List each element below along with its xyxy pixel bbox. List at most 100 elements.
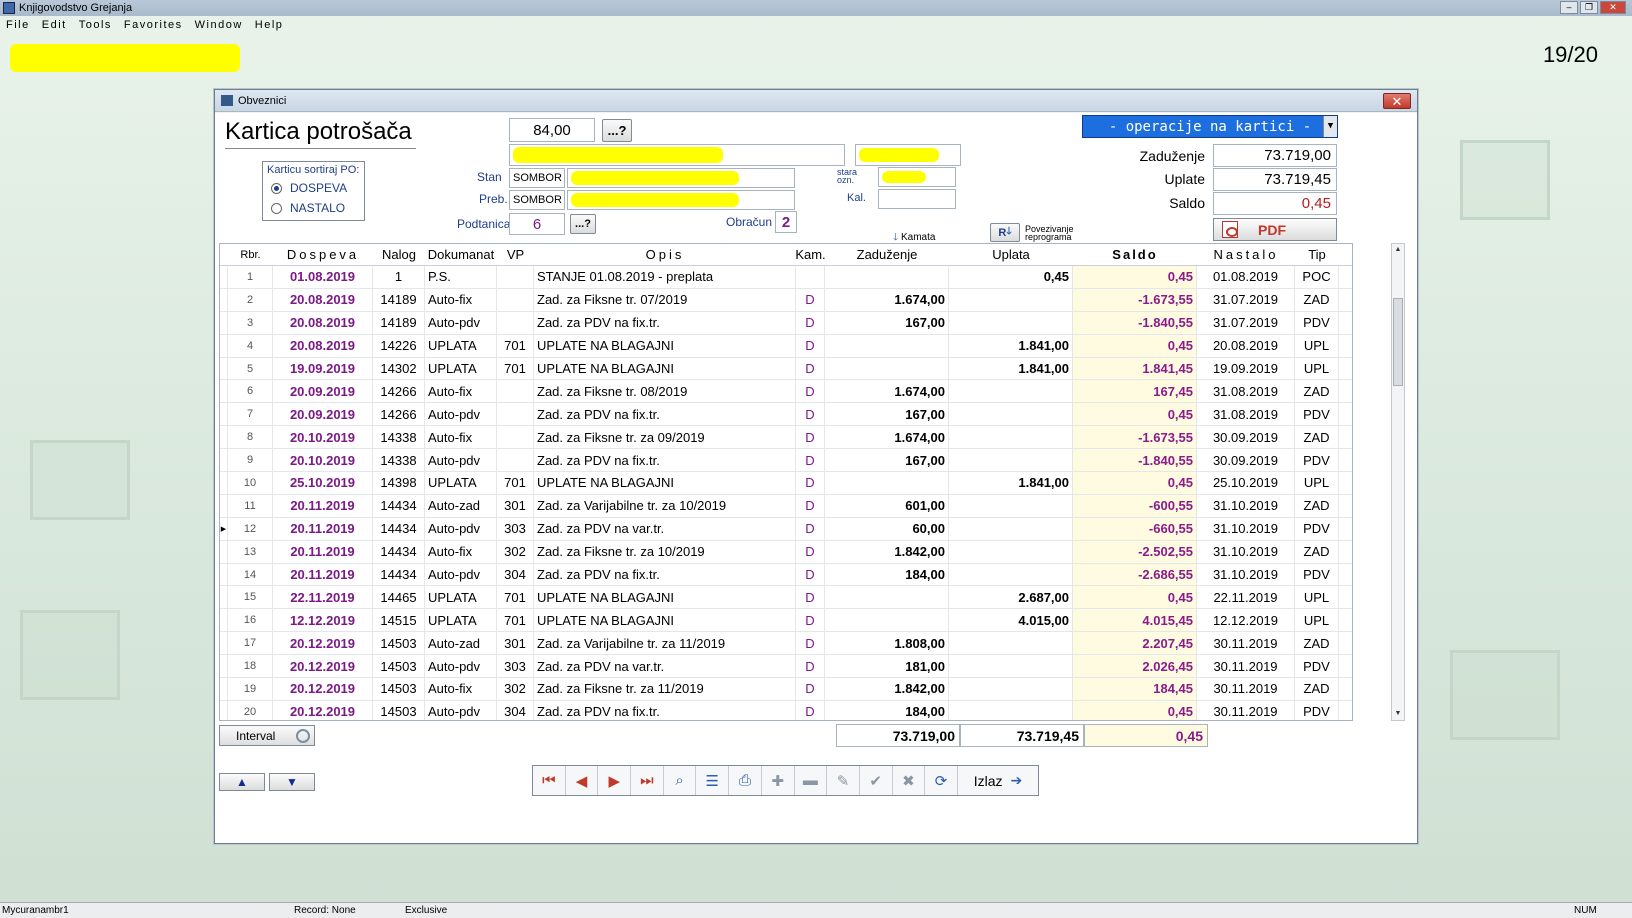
row-selector[interactable] bbox=[220, 609, 228, 632]
pdf-button[interactable]: PDF bbox=[1213, 218, 1337, 241]
row-selector[interactable] bbox=[220, 540, 228, 563]
column-header-uplata[interactable]: Uplata bbox=[949, 244, 1073, 265]
delete-button[interactable]: ▬ bbox=[795, 766, 828, 795]
table-row[interactable]: 3 20.08.2019 14189 Auto-pdv Zad. za PDV na f… bbox=[220, 311, 1352, 335]
row-selector[interactable] bbox=[220, 266, 228, 288]
column-header-dokumanat[interactable]: Dokumanat bbox=[425, 244, 497, 265]
menu-favorites[interactable]: Favorites bbox=[118, 19, 189, 31]
amount-field[interactable]: 84,00 bbox=[509, 118, 595, 142]
add-button[interactable]: ✚ bbox=[762, 766, 795, 795]
table-row[interactable]: 18 20.12.2019 14503 Auto-pdv 303 Zad. za PDV … bbox=[220, 655, 1352, 679]
column-header-nalog[interactable]: Nalog bbox=[373, 244, 425, 265]
podtanica-browse-button[interactable]: ...? bbox=[570, 214, 596, 234]
row-selector[interactable] bbox=[220, 586, 228, 609]
preb-city-field[interactable]: SOMBOR bbox=[509, 190, 565, 210]
scroll-up-icon[interactable]: ▲ bbox=[1392, 244, 1404, 256]
table-row[interactable]: 8 20.10.2019 14338 Auto-fix Zad. za Fiksne t… bbox=[220, 426, 1352, 450]
print-button[interactable]: ⎙ bbox=[729, 766, 762, 795]
name-field[interactable] bbox=[509, 144, 845, 166]
menu-tools[interactable]: Tools bbox=[73, 19, 118, 31]
podtanica-field[interactable]: 6 bbox=[509, 213, 565, 235]
menu-help[interactable]: Help bbox=[249, 19, 290, 31]
row-selector[interactable] bbox=[220, 655, 228, 678]
row-selector[interactable] bbox=[220, 678, 228, 700]
table-row[interactable]: 11 20.11.2019 14434 Auto-zad 301 Zad. za Vari… bbox=[220, 494, 1352, 518]
refresh-button[interactable]: ⟳ bbox=[925, 766, 958, 795]
operations-select[interactable]: - operacije na kartici - ▼ bbox=[1082, 115, 1338, 138]
move-up-button[interactable]: ▲ bbox=[219, 773, 265, 791]
column-header-saldo[interactable]: Saldo bbox=[1073, 244, 1197, 265]
table-row[interactable]: 9 20.10.2019 14338 Auto-pdv Zad. za PDV na f… bbox=[220, 449, 1352, 473]
stan-address-field[interactable] bbox=[567, 168, 795, 188]
row-selector[interactable] bbox=[220, 494, 228, 517]
row-selector[interactable] bbox=[220, 632, 228, 655]
table-row[interactable]: ▶ 12 20.11.2019 14434 Auto-pdv 303 Zad. za PDV… bbox=[220, 517, 1352, 541]
row-selector[interactable]: ▶ bbox=[220, 517, 228, 540]
menu-edit[interactable]: Edit bbox=[36, 19, 73, 31]
prev-record-button[interactable]: ◀ bbox=[566, 766, 599, 795]
column-header-nastalo[interactable]: Nastalo bbox=[1197, 244, 1295, 265]
table-row[interactable]: 13 20.11.2019 14434 Auto-fix 302 Zad. za Fiks… bbox=[220, 540, 1352, 564]
row-selector[interactable] bbox=[220, 334, 228, 357]
table-row[interactable]: 5 19.09.2019 14302 UPLATA 701 UPLATE NA BLAGA… bbox=[220, 357, 1352, 381]
scrollbar-thumb[interactable] bbox=[1393, 298, 1403, 386]
sort-option-nastalo[interactable]: NASTALO bbox=[263, 198, 364, 218]
menu-file[interactable]: File bbox=[0, 19, 36, 31]
next-record-button[interactable]: ▶ bbox=[598, 766, 632, 795]
menu-window[interactable]: Window bbox=[189, 19, 249, 31]
column-header-kam[interactable]: Kam. bbox=[795, 244, 825, 265]
row-selector[interactable] bbox=[220, 380, 228, 403]
column-header-dospeva[interactable]: Dospeva bbox=[273, 244, 373, 265]
row-selector[interactable] bbox=[220, 700, 228, 720]
restore-button[interactable]: ❐ bbox=[1580, 1, 1598, 14]
first-record-button[interactable]: ⏮ bbox=[533, 766, 566, 795]
exit-button[interactable]: Izlaz ➔ bbox=[958, 766, 1038, 795]
preb-address-field[interactable] bbox=[567, 190, 795, 210]
sort-option-dospeva[interactable]: DOSPEVA bbox=[263, 178, 364, 198]
kal-field[interactable] bbox=[878, 189, 956, 209]
table-row[interactable]: 10 25.10.2019 14398 UPLATA 701 UPLATE NA BLAG… bbox=[220, 472, 1352, 495]
amount-browse-button[interactable]: ...? bbox=[602, 119, 632, 142]
radio-button[interactable] bbox=[271, 182, 282, 194]
column-header-vp[interactable]: VP bbox=[497, 244, 534, 265]
find-button[interactable]: ⌕ bbox=[664, 766, 697, 795]
code-field[interactable] bbox=[855, 144, 961, 166]
column-header-tip[interactable]: Tip bbox=[1295, 244, 1339, 265]
cancel-button[interactable]: ✖ bbox=[893, 766, 926, 795]
scroll-down-icon[interactable]: ▼ bbox=[1392, 708, 1404, 720]
row-selector[interactable] bbox=[220, 472, 228, 494]
column-header-zaduzenje[interactable]: Zaduženje bbox=[825, 244, 949, 265]
row-selector[interactable] bbox=[220, 288, 228, 311]
table-row[interactable]: 16 12.12.2019 14515 UPLATA 701 UPLATE NA BLAG… bbox=[220, 609, 1352, 633]
table-row[interactable]: 4 20.08.2019 14226 UPLATA 701 UPLATE NA BLAGA… bbox=[220, 334, 1352, 358]
stara-ozn-field[interactable] bbox=[878, 167, 956, 187]
table-row[interactable]: 6 20.09.2019 14266 Auto-fix Zad. za Fiksne t… bbox=[220, 380, 1352, 404]
minimize-button[interactable]: – bbox=[1560, 1, 1578, 14]
column-header-opis[interactable]: Opis bbox=[534, 244, 796, 265]
table-row[interactable]: 19 20.12.2019 14503 Auto-fix 302 Zad. za Fiks… bbox=[220, 678, 1352, 701]
row-selector[interactable] bbox=[220, 563, 228, 586]
stan-city-field[interactable]: SOMBOR bbox=[509, 168, 565, 188]
interval-button[interactable]: Interval bbox=[219, 725, 315, 746]
close-button[interactable]: ✕ bbox=[1600, 1, 1626, 14]
list-button[interactable]: ☰ bbox=[696, 766, 730, 795]
table-row[interactable]: 17 20.12.2019 14503 Auto-zad 301 Zad. za Vari… bbox=[220, 632, 1352, 656]
dialog-close-button[interactable]: ✕ bbox=[1383, 93, 1411, 109]
last-record-button[interactable]: ⏭ bbox=[631, 766, 664, 795]
column-header-rbr[interactable]: Rbr. bbox=[228, 244, 273, 265]
edit-button[interactable]: ✎ bbox=[827, 766, 860, 795]
row-selector[interactable] bbox=[220, 311, 228, 334]
table-scrollbar[interactable]: ▲ ▼ bbox=[1391, 243, 1405, 721]
table-row[interactable]: 2 20.08.2019 14189 Auto-fix Zad. za Fiksne t… bbox=[220, 288, 1352, 312]
obracun-field[interactable]: 2 bbox=[775, 211, 797, 233]
row-selector[interactable] bbox=[220, 357, 228, 380]
table-row[interactable]: 20 20.12.2019 14503 Auto-pdv 304 Zad. za PDV … bbox=[220, 700, 1352, 720]
radio-button[interactable] bbox=[271, 202, 282, 214]
table-row[interactable]: 15 22.11.2019 14465 UPLATA 701 UPLATE NA BLAG… bbox=[220, 586, 1352, 610]
row-selector[interactable] bbox=[220, 449, 228, 472]
reprogram-button[interactable]: R 🡓 bbox=[990, 223, 1020, 242]
confirm-button[interactable]: ✔ bbox=[860, 766, 893, 795]
table-row[interactable]: 7 20.09.2019 14266 Auto-pdv Zad. za PDV na f… bbox=[220, 403, 1352, 427]
table-row[interactable]: 1 01.08.2019 1 P.S. STANJE 01.08.2019 - prep… bbox=[220, 266, 1352, 289]
row-selector[interactable] bbox=[220, 403, 228, 426]
